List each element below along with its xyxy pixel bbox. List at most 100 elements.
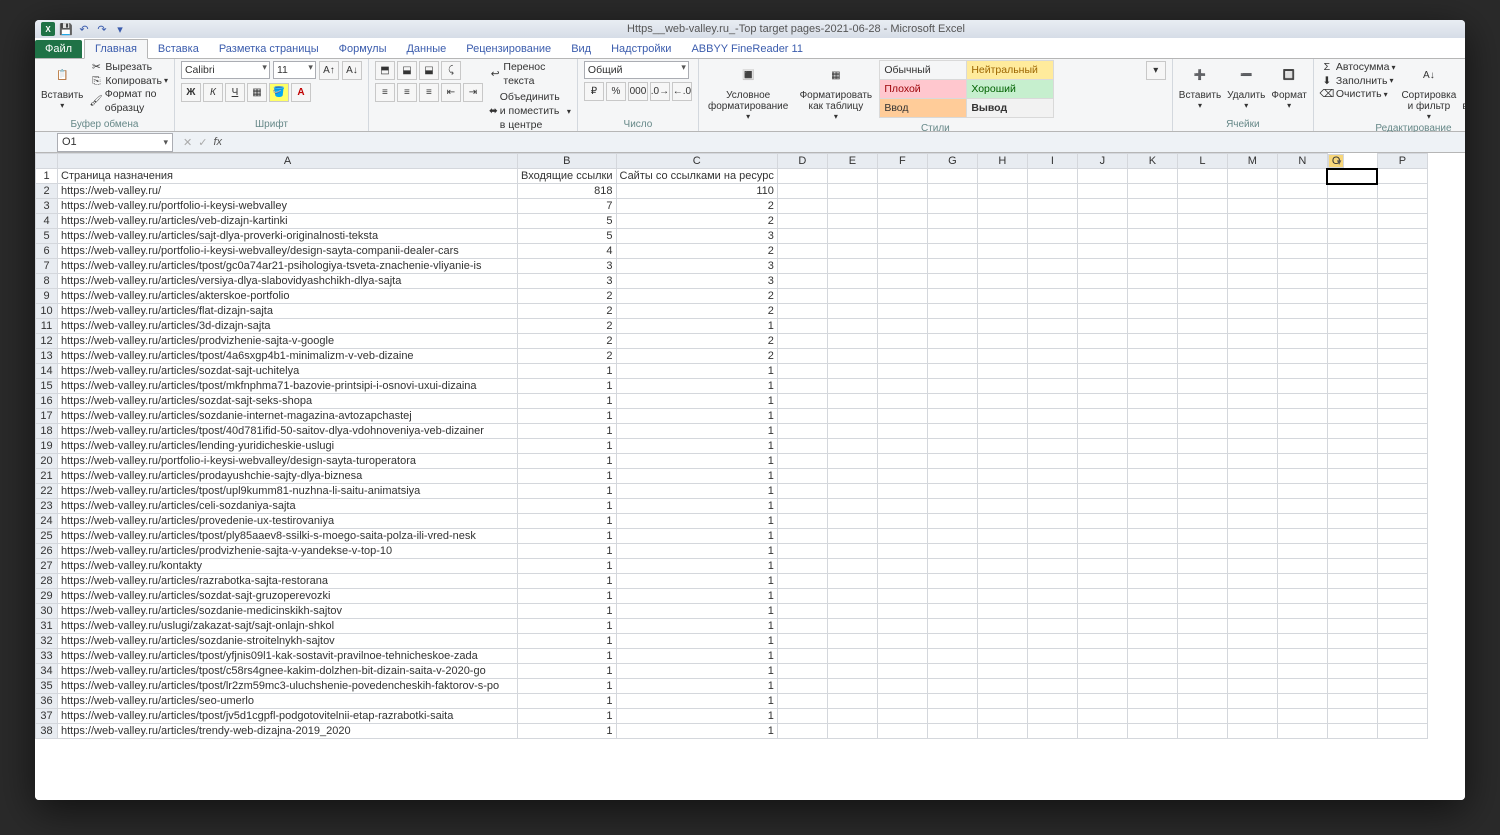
row-header[interactable]: 28	[36, 574, 58, 589]
cell[interactable]	[1077, 454, 1127, 469]
cell[interactable]	[827, 664, 877, 679]
cell[interactable]	[1177, 349, 1227, 364]
cell[interactable]	[1077, 244, 1127, 259]
cell[interactable]	[877, 169, 927, 184]
decrease-font-icon[interactable]: A↓	[342, 61, 362, 80]
cell[interactable]	[777, 274, 827, 289]
cell[interactable]	[1127, 634, 1177, 649]
cell[interactable]	[927, 664, 977, 679]
cell[interactable]	[1327, 514, 1377, 529]
cell[interactable]	[1027, 229, 1077, 244]
cell[interactable]	[1327, 259, 1377, 274]
cell[interactable]	[927, 349, 977, 364]
cell[interactable]	[1227, 709, 1277, 724]
cell[interactable]	[1077, 334, 1127, 349]
cell[interactable]	[927, 634, 977, 649]
cell[interactable]: 1	[616, 364, 777, 379]
cell[interactable]	[1227, 724, 1277, 739]
cell[interactable]	[1077, 439, 1127, 454]
cell[interactable]: 1	[518, 469, 617, 484]
cell[interactable]	[1177, 229, 1227, 244]
row-header[interactable]: 17	[36, 409, 58, 424]
cell[interactable]	[1027, 394, 1077, 409]
cell[interactable]	[777, 544, 827, 559]
cell[interactable]	[877, 214, 927, 229]
cell[interactable]	[1277, 469, 1327, 484]
cell[interactable]	[977, 724, 1027, 739]
cell[interactable]	[827, 514, 877, 529]
cell[interactable]	[927, 679, 977, 694]
cell[interactable]	[977, 514, 1027, 529]
cell[interactable]	[1377, 379, 1427, 394]
cell[interactable]	[777, 589, 827, 604]
cell[interactable]	[1227, 559, 1277, 574]
cell[interactable]	[827, 559, 877, 574]
row-header[interactable]: 10	[36, 304, 58, 319]
cell[interactable]	[1077, 229, 1127, 244]
cell[interactable]	[877, 379, 927, 394]
cell[interactable]	[927, 394, 977, 409]
cell[interactable]: 1	[616, 619, 777, 634]
cell[interactable]	[1077, 499, 1127, 514]
cell[interactable]	[977, 274, 1027, 289]
cell[interactable]: https://web-valley.ru/articles/sozdat-sa…	[58, 394, 518, 409]
cell[interactable]	[1327, 529, 1377, 544]
cell[interactable]	[977, 259, 1027, 274]
cell[interactable]	[1177, 529, 1227, 544]
cell[interactable]	[1027, 259, 1077, 274]
column-header-C[interactable]: C	[616, 154, 777, 169]
cell[interactable]	[1027, 694, 1077, 709]
cell[interactable]	[1227, 169, 1277, 184]
cell[interactable]	[827, 334, 877, 349]
cell[interactable]	[1277, 169, 1327, 184]
cell[interactable]	[1227, 544, 1277, 559]
cell[interactable]	[1027, 214, 1077, 229]
cell[interactable]	[1177, 604, 1227, 619]
cell[interactable]	[1227, 694, 1277, 709]
cell[interactable]: 1	[518, 589, 617, 604]
align-left-icon[interactable]: ≡	[375, 83, 395, 102]
cell[interactable]	[777, 169, 827, 184]
cell[interactable]	[877, 409, 927, 424]
cell[interactable]	[1377, 364, 1427, 379]
cell[interactable]	[1227, 649, 1277, 664]
cell[interactable]	[977, 544, 1027, 559]
cell[interactable]	[827, 319, 877, 334]
cell[interactable]	[927, 244, 977, 259]
cell[interactable]: 2	[616, 214, 777, 229]
row-header[interactable]: 38	[36, 724, 58, 739]
currency-icon[interactable]: ₽	[584, 82, 604, 101]
cell[interactable]	[1077, 619, 1127, 634]
cell[interactable]	[1227, 304, 1277, 319]
cell[interactable]	[1027, 559, 1077, 574]
cell[interactable]	[1227, 529, 1277, 544]
cell[interactable]	[777, 514, 827, 529]
cell[interactable]	[1177, 379, 1227, 394]
cell[interactable]: 1	[616, 649, 777, 664]
cell[interactable]	[1077, 649, 1127, 664]
tab-abbyy[interactable]: ABBYY FineReader 11	[681, 40, 813, 58]
cell[interactable]	[1327, 349, 1377, 364]
cell[interactable]: 1	[616, 409, 777, 424]
cell[interactable]	[1177, 724, 1227, 739]
row-header[interactable]: 6	[36, 244, 58, 259]
cell[interactable]	[1177, 619, 1227, 634]
cell[interactable]	[1227, 499, 1277, 514]
row-header[interactable]: 24	[36, 514, 58, 529]
cell[interactable]	[777, 694, 827, 709]
cell[interactable]	[1327, 214, 1377, 229]
cell[interactable]	[1277, 664, 1327, 679]
cell[interactable]	[1127, 349, 1177, 364]
cell[interactable]	[1077, 709, 1127, 724]
cell[interactable]	[1077, 424, 1127, 439]
redo-icon[interactable]: ↷	[95, 22, 109, 36]
cell[interactable]: 1	[518, 364, 617, 379]
cell[interactable]	[877, 184, 927, 199]
cell[interactable]	[1027, 424, 1077, 439]
cell[interactable]	[1377, 394, 1427, 409]
cell[interactable]	[1177, 259, 1227, 274]
cell[interactable]	[1377, 184, 1427, 199]
cell[interactable]	[1327, 304, 1377, 319]
cell[interactable]	[1227, 364, 1277, 379]
cell[interactable]	[1327, 244, 1377, 259]
